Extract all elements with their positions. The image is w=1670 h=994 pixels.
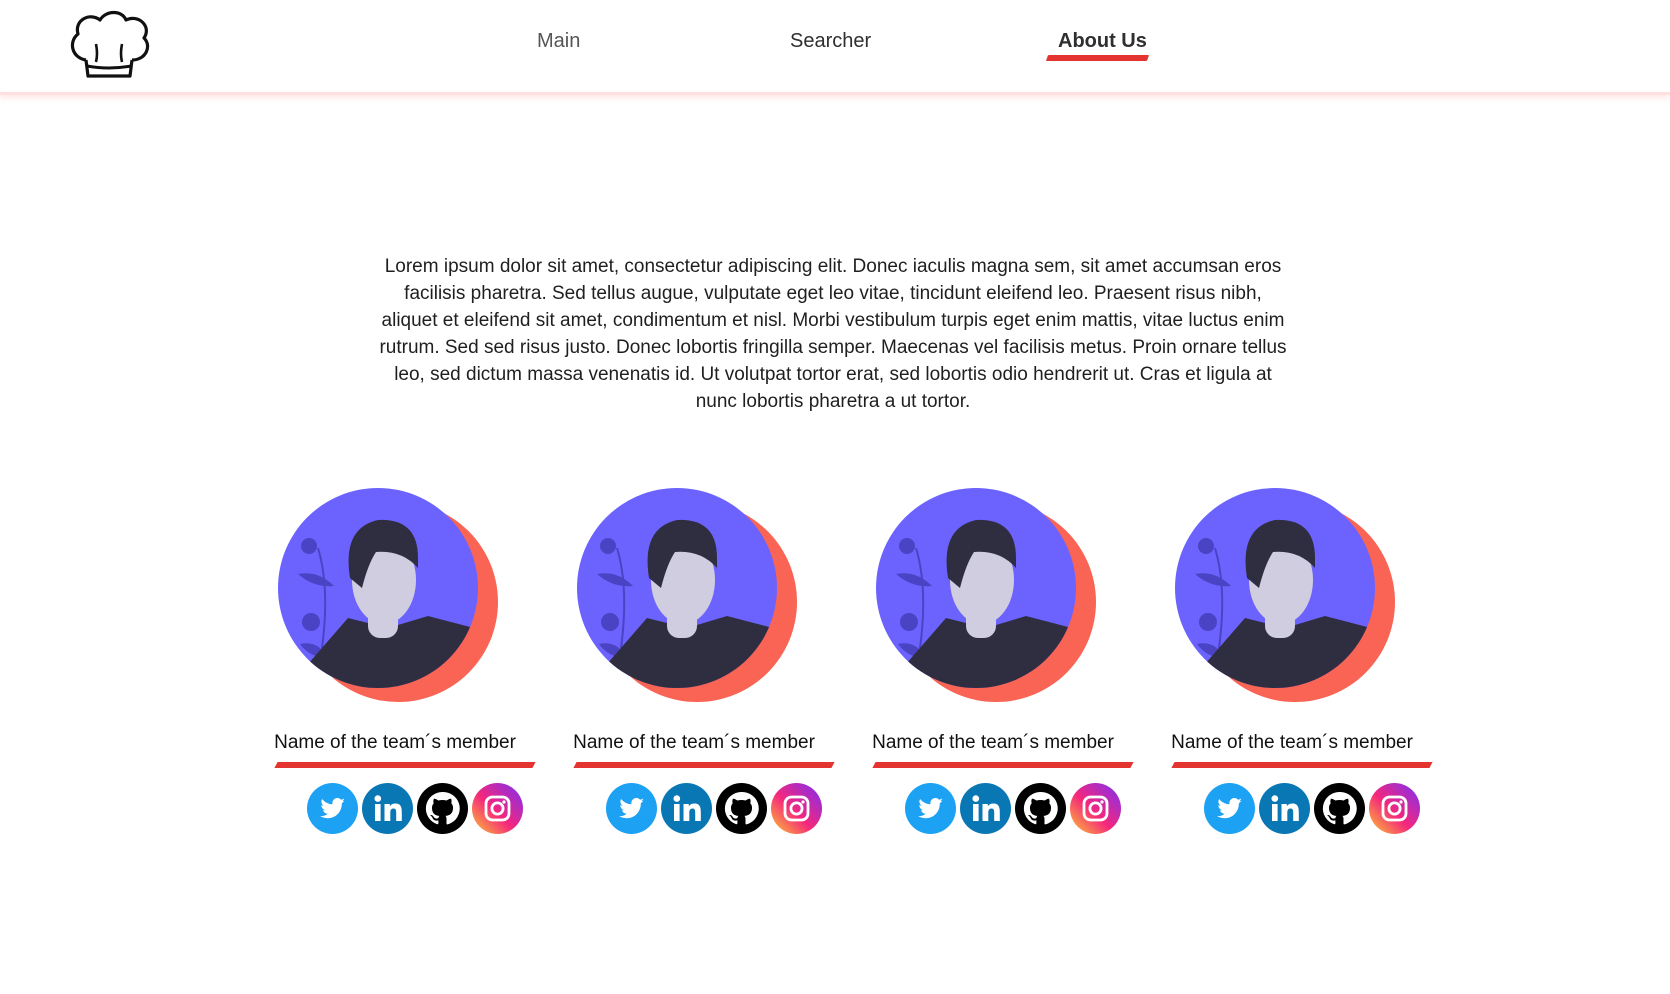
linkedin-icon bbox=[362, 783, 413, 834]
twitter-link[interactable] bbox=[1204, 783, 1255, 834]
github-link[interactable] bbox=[1015, 783, 1066, 834]
team-member-card: Name of the team´s member bbox=[1147, 488, 1437, 840]
member-avatar bbox=[577, 488, 801, 704]
person-avatar-icon bbox=[278, 488, 498, 702]
twitter-icon bbox=[307, 783, 358, 834]
member-avatar bbox=[1175, 488, 1399, 704]
member-social-links bbox=[307, 783, 527, 835]
linkedin-link[interactable] bbox=[661, 783, 712, 834]
github-icon bbox=[1015, 783, 1066, 834]
linkedin-icon bbox=[960, 783, 1011, 834]
team-member-card: Name of the team´s member bbox=[848, 488, 1138, 840]
instagram-icon bbox=[472, 783, 523, 834]
instagram-link[interactable] bbox=[1369, 783, 1420, 834]
team-member-card: Name of the team´s member bbox=[549, 488, 839, 840]
member-name: Name of the team´s member bbox=[573, 732, 815, 753]
twitter-icon bbox=[905, 783, 956, 834]
github-link[interactable] bbox=[417, 783, 468, 834]
linkedin-icon bbox=[1259, 783, 1310, 834]
github-link[interactable] bbox=[1314, 783, 1365, 834]
github-icon bbox=[417, 783, 468, 834]
about-description: Lorem ipsum dolor sit amet, consectetur … bbox=[379, 256, 1287, 412]
team-section: Name of the team´s member Name of the te… bbox=[0, 488, 1670, 848]
person-avatar-icon bbox=[1175, 488, 1395, 702]
nav-link-searcher[interactable]: Searcher bbox=[790, 30, 871, 53]
github-icon bbox=[716, 783, 767, 834]
instagram-link[interactable] bbox=[771, 783, 822, 834]
member-name: Name of the team´s member bbox=[274, 732, 516, 753]
twitter-link[interactable] bbox=[606, 783, 657, 834]
instagram-link[interactable] bbox=[1070, 783, 1121, 834]
linkedin-icon bbox=[661, 783, 712, 834]
instagram-link[interactable] bbox=[472, 783, 523, 834]
member-avatar bbox=[278, 488, 502, 704]
main-nav: Main Searcher About Us bbox=[0, 30, 1670, 70]
nav-link-about-us[interactable]: About Us bbox=[1058, 30, 1147, 53]
member-social-links bbox=[905, 783, 1125, 835]
member-name-underline bbox=[573, 762, 835, 768]
member-name: Name of the team´s member bbox=[872, 732, 1114, 753]
member-avatar bbox=[876, 488, 1100, 704]
member-social-links bbox=[1204, 783, 1424, 835]
linkedin-link[interactable] bbox=[960, 783, 1011, 834]
member-name-underline bbox=[274, 762, 536, 768]
linkedin-link[interactable] bbox=[362, 783, 413, 834]
github-icon bbox=[1314, 783, 1365, 834]
member-name-underline bbox=[1171, 762, 1433, 768]
twitter-link[interactable] bbox=[905, 783, 956, 834]
active-nav-underline bbox=[1045, 55, 1150, 61]
linkedin-link[interactable] bbox=[1259, 783, 1310, 834]
person-avatar-icon bbox=[577, 488, 797, 702]
navbar: Main Searcher About Us bbox=[0, 0, 1670, 95]
member-name: Name of the team´s member bbox=[1171, 732, 1413, 753]
nav-link-main[interactable]: Main bbox=[537, 30, 580, 53]
github-link[interactable] bbox=[716, 783, 767, 834]
team-member-card: Name of the team´s member bbox=[250, 488, 540, 840]
about-us-page: Main Searcher About Us Lorem ipsum dolor… bbox=[0, 0, 1670, 994]
twitter-icon bbox=[606, 783, 657, 834]
member-social-links bbox=[606, 783, 826, 835]
twitter-link[interactable] bbox=[307, 783, 358, 834]
instagram-icon bbox=[1070, 783, 1121, 834]
twitter-icon bbox=[1204, 783, 1255, 834]
member-name-underline bbox=[872, 762, 1134, 768]
person-avatar-icon bbox=[876, 488, 1096, 702]
instagram-icon bbox=[771, 783, 822, 834]
instagram-icon bbox=[1369, 783, 1420, 834]
